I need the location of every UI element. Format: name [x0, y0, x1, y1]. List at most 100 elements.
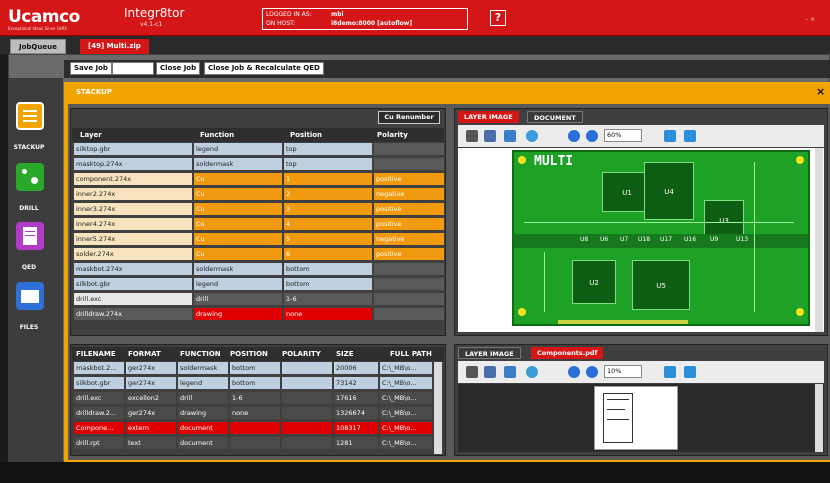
stackup-cell-function: soldermask [194, 158, 282, 170]
close-icon[interactable]: × [816, 85, 825, 98]
qed-icon[interactable] [16, 222, 44, 250]
stackup-row[interactable]: drilldraw.274x drawing none [74, 308, 444, 321]
tab-components-pdf[interactable]: Components.pdf [531, 347, 604, 359]
viewer-scrollbar[interactable] [815, 148, 823, 332]
stackup-cell-layer: masktop.274x [74, 158, 192, 170]
col-format[interactable]: FORMAT [128, 350, 161, 358]
print-icon[interactable] [466, 366, 478, 378]
nav-label-qed[interactable]: QED [4, 264, 54, 271]
stackup-row[interactable]: inner3.274x Cu 3 positive [74, 203, 444, 216]
stackup-row[interactable]: inner2.274x Cu 2 negative [74, 188, 444, 201]
file-cell-polarity [282, 377, 332, 389]
help-button[interactable]: ? [490, 10, 506, 26]
files-scrollbar[interactable] [434, 362, 442, 454]
col-layer[interactable]: Layer [80, 131, 102, 139]
stackup-icon[interactable] [16, 102, 44, 130]
tab-layer-image-bottom[interactable]: LAYER IMAGE [458, 347, 521, 359]
fit-icon[interactable] [664, 366, 676, 378]
fit-icon[interactable] [664, 130, 676, 142]
close-recalculate-button[interactable]: Close Job & Recalculate QED [204, 62, 324, 75]
pdf-line [607, 409, 625, 410]
file-row[interactable]: drill.rpt text document 1281 C:\_MB\o... [74, 437, 432, 450]
file-cell-path: C:\_MB\o... [380, 377, 432, 389]
stackup-row[interactable]: inner5.274x Cu 5 negative [74, 233, 444, 246]
stackup-cell-polarity: positive [374, 173, 444, 185]
zoom-out-icon[interactable] [568, 366, 580, 378]
file-cell-path: C:\_MB\o... [380, 362, 432, 374]
file-row[interactable]: Compone... extern document 108317 C:\_MB\o..… [74, 422, 432, 435]
pcb-mount-hole [518, 156, 526, 164]
stackup-cell-polarity: negative [374, 233, 444, 245]
stackup-cell-layer: inner4.274x [74, 218, 192, 230]
col-function[interactable]: Function [200, 131, 234, 139]
tab-jobqueue[interactable]: JobQueue [10, 39, 66, 54]
tab-multi-zip[interactable]: [49] Multi.zip [80, 39, 149, 54]
stackup-row[interactable]: masktop.274x soldermask top [74, 158, 444, 171]
zoom-in-icon[interactable] [586, 130, 598, 142]
zoom-select[interactable]: 60% [604, 129, 642, 142]
col-full-path[interactable]: FULL PATH [390, 350, 432, 358]
file-cell-format: text [126, 437, 176, 449]
file-cell-position: 1-6 [230, 392, 280, 404]
col-size[interactable]: SIZE [336, 350, 354, 358]
pdf-line [607, 399, 629, 400]
stackup-row[interactable]: silkbot.gbr legend bottom [74, 278, 444, 291]
stackup-cell-polarity [374, 143, 444, 155]
zoom-select[interactable]: 10% [604, 365, 642, 378]
export-icon[interactable] [504, 366, 516, 378]
zoom-in-icon[interactable] [586, 366, 598, 378]
window-controls[interactable]: - × [806, 16, 815, 23]
col-position[interactable]: Position [290, 131, 322, 139]
job-name-field[interactable] [112, 62, 154, 75]
stackup-row[interactable]: component.274x Cu 1 positive [74, 173, 444, 186]
col-filename[interactable]: FILENAME [76, 350, 116, 358]
refresh-icon[interactable] [526, 130, 538, 142]
col-function[interactable]: FUNCTION [180, 350, 221, 358]
nav-label-files[interactable]: FILES [4, 324, 54, 331]
col-position[interactable]: POSITION [230, 350, 268, 358]
fullscreen-icon[interactable] [684, 130, 696, 142]
file-cell-filename: silkbot.gbr [74, 377, 124, 389]
stackup-row[interactable]: maskbot.274x soldermask bottom [74, 263, 444, 276]
files-header: FILENAME FORMAT FUNCTION POSITION POLARI… [72, 347, 444, 361]
stackup-row[interactable]: drill.exc drill 1-6 [74, 293, 444, 306]
save-icon[interactable] [484, 366, 496, 378]
on-host-label: ON HOST: [266, 20, 296, 27]
col-polarity[interactable]: Polarity [377, 131, 408, 139]
stackup-cell-polarity: positive [374, 218, 444, 230]
cu-renumber-button[interactable]: Cu Renumber [378, 111, 440, 124]
pcb-trace [754, 162, 755, 312]
stackup-row[interactable]: silktop.gbr legend top [74, 143, 444, 156]
document-scrollbar[interactable] [815, 384, 823, 452]
export-icon[interactable] [504, 130, 516, 142]
file-row[interactable]: silkbot.gbr ger274x legend bottom 73142 C:\_M… [74, 377, 432, 390]
nav-label-drill[interactable]: DRILL [4, 205, 54, 212]
file-cell-format: ger274x [126, 377, 176, 389]
pcb-ic-row: U8 U6 U7 U18 U17 U16 U9 U13 [514, 234, 808, 248]
file-row[interactable]: maskbot.2... ger274x soldermask bottom 20006… [74, 362, 432, 375]
stackup-row[interactable]: inner4.274x Cu 4 positive [74, 218, 444, 231]
stackup-cell-layer: maskbot.274x [74, 263, 192, 275]
zoom-out-icon[interactable] [568, 130, 580, 142]
tab-layer-image[interactable]: LAYER IMAGE [458, 111, 519, 123]
close-job-button[interactable]: Close Job [156, 62, 201, 75]
tab-document[interactable]: DOCUMENT [527, 111, 583, 123]
pdf-drawing-frame [603, 393, 633, 443]
drill-icon[interactable] [16, 163, 44, 191]
file-row[interactable]: drilldraw.2... ger274x drawing none 1326674 C… [74, 407, 432, 420]
nav-label-stackup[interactable]: STACKUP [4, 144, 54, 151]
col-polarity[interactable]: POLARITY [282, 350, 321, 358]
files-icon[interactable] [16, 282, 44, 310]
fullscreen-icon[interactable] [684, 366, 696, 378]
app-version: v4.1-c1 [140, 21, 163, 28]
file-row[interactable]: drill.exc excellon2 drill 1-6 17616 C:\_MB\o.… [74, 392, 432, 405]
stackup-row[interactable]: solder.274x Cu 6 positive [74, 248, 444, 261]
refresh-icon[interactable] [526, 366, 538, 378]
print-icon[interactable] [466, 130, 478, 142]
stackup-cell-polarity [374, 308, 444, 320]
save-job-button[interactable]: Save Job [70, 62, 112, 75]
save-icon[interactable] [484, 130, 496, 142]
file-cell-size: 1281 [334, 437, 378, 449]
stackup-cell-position: 3 [284, 203, 372, 215]
file-cell-size: 20006 [334, 362, 378, 374]
